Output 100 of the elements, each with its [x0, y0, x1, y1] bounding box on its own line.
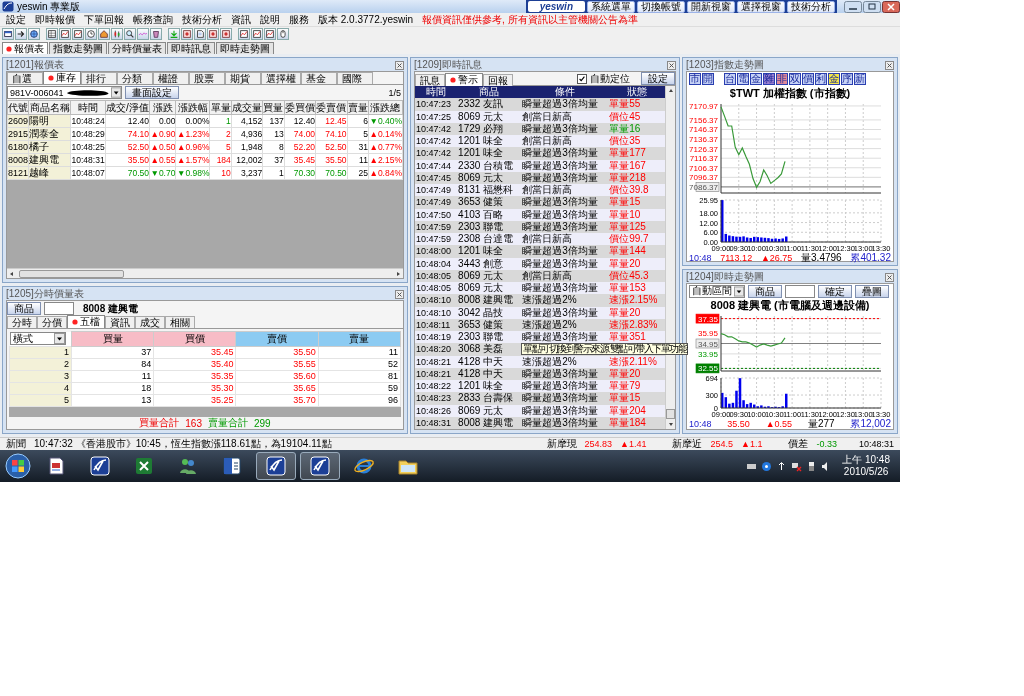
column-header: 賣量 — [318, 331, 401, 347]
y-axis-label: 33.95 — [697, 349, 718, 359]
table-cell: 8131 福懋科 — [457, 184, 522, 197]
table-cell: 價位35 — [608, 135, 665, 148]
table-cell: 創當日新高 — [521, 184, 609, 197]
price-tag: 32.55 — [695, 363, 720, 374]
column-header: 單量 — [210, 100, 232, 115]
news-ticker: 10:47:32 《香港股市》10:45，恆生指數漲118.61點，為19104.11點 — [34, 437, 332, 451]
table-cell: 2332 友訊 — [457, 98, 522, 111]
table-cell: 10:48:23 — [415, 392, 458, 405]
chart-title: $TWT 加權指數 (市指數) — [728, 86, 852, 100]
chart-title: 8008 建興電 (市電腦及週邊設備) — [709, 298, 871, 312]
table-cell: 8069 元太 — [457, 282, 522, 295]
price-text: 7113.12 — [720, 253, 753, 263]
column-header: 委買價 — [284, 100, 316, 115]
table-cell: 單量79 — [608, 380, 665, 393]
table-cell: 1201 味全 — [457, 245, 522, 258]
y-axis-label: 7126.37 — [689, 144, 718, 154]
table-cell: 價位39.8 — [608, 184, 665, 197]
change-text: ▲26.75 — [760, 253, 793, 263]
y-axis-label: 7106.37 — [689, 163, 718, 173]
table-cell: 單量177 — [608, 147, 665, 160]
time-text: 10:48 — [689, 253, 712, 263]
table-cell: 單量144 — [608, 245, 665, 258]
quote-price: -0.33 — [816, 439, 837, 449]
table-cell: 創當日新高 — [521, 135, 609, 148]
y-axis-label: 35.95 — [697, 329, 718, 339]
quote-name: 新摩現 — [546, 437, 577, 451]
table-cell: 單量15 — [608, 392, 665, 405]
total-label: 買量合計 — [139, 416, 180, 430]
status-time: 10:48:31 — [858, 439, 894, 449]
column-header: 成交量 — [231, 100, 263, 115]
panel-title: [1205]分時價量表 — [6, 287, 84, 301]
column-header: 成交/淨值 — [105, 100, 150, 115]
y-axis-label: 7116.37 — [689, 154, 718, 164]
panel-title: [1203]指數走勢圖 — [686, 58, 764, 72]
table-cell: 10:47:42 — [415, 147, 458, 160]
panel-title: [1204]即時走勢圖 — [686, 270, 764, 284]
panel-title: [1209]即時訊息 — [414, 58, 482, 72]
table-cell: 10:47:42 — [415, 135, 458, 148]
volume-text: 量3.4796 — [801, 251, 842, 265]
column-header: 漲跌 — [149, 100, 176, 115]
table-cell: 創當日新高 — [521, 233, 609, 246]
table-cell: 1201 味全 — [457, 135, 522, 148]
column-header: 漲跌幅 — [175, 100, 210, 115]
volume-text: 量277 — [807, 417, 835, 431]
table-cell: 單量55 — [608, 98, 665, 111]
total-text: 累401.32 — [850, 251, 891, 265]
column-header: 代號 — [7, 100, 29, 115]
version-text: 版本 2.0.3772.yeswin — [318, 12, 414, 27]
clock-time: 上午 10:48 — [842, 454, 890, 466]
table-cell: 10:48:10 — [415, 294, 458, 307]
total-value: 299 — [254, 417, 271, 429]
quote-change: ▲1.1 — [741, 439, 763, 449]
y-axis-label: 7146.37 — [689, 125, 718, 135]
column-header: 委賣價 — [315, 100, 348, 115]
clock-date: 2010/5/26 — [842, 466, 890, 478]
column-header: 商品 — [457, 86, 522, 99]
table-cell: 單量351 — [608, 331, 665, 344]
table-cell: 瞬量超過3倍均量 — [521, 98, 609, 111]
column-header: 時間 — [415, 86, 458, 99]
y-axis-label: 7096.37 — [689, 173, 718, 183]
quote-name: 價差 — [788, 437, 809, 451]
panel-title: [1201]報價表 — [6, 58, 64, 72]
total-label: 賣量合計 — [208, 416, 248, 430]
column-header: 賣價 — [235, 331, 319, 347]
table-cell: 單量153 — [608, 282, 665, 295]
tooltip: 單點可切換到警示來源 雙點可帶入下單功能 — [521, 343, 689, 356]
table-cell: 3653 健策 — [457, 196, 522, 209]
y-axis-label: 7136.37 — [689, 135, 718, 145]
table-cell: 10:48:22 — [415, 380, 458, 393]
column-header: 時間 — [70, 100, 106, 115]
change-text: ▲0.55 — [765, 419, 793, 429]
news-label: 新聞 — [6, 437, 26, 451]
window-title: yeswin 專業版 — [17, 0, 81, 13]
total-text: 累12,002 — [850, 417, 891, 431]
table-cell: 瞬量超過3倍均量 — [521, 196, 609, 209]
table-cell: 2833 台壽保 — [457, 392, 522, 405]
column-header: 商品名稱 — [28, 100, 71, 115]
column-header: 狀態 — [608, 86, 665, 99]
table-cell: 10:48:05 — [415, 282, 458, 295]
table-cell: 速漲超過2% — [521, 294, 609, 307]
column-header: 賣量 — [347, 100, 369, 115]
table-cell: 單量15 — [608, 196, 665, 209]
quote-change: ▲1.41 — [620, 439, 647, 449]
table-cell: 10:48:19 — [415, 331, 458, 344]
column-header: 買量 — [71, 331, 154, 347]
table-cell: 瞬量超過3倍均量 — [521, 147, 609, 160]
product-name: 8008 建興電 — [83, 301, 139, 316]
total-value: 163 — [185, 417, 202, 429]
table-cell: 2308 台達電 — [457, 233, 522, 246]
y-axis-label: 7156.37 — [689, 115, 718, 125]
page-indicator: 1/5 — [388, 87, 402, 98]
table-cell: 價位99.7 — [608, 233, 665, 246]
table-cell: 1201 味全 — [457, 380, 522, 393]
table-cell: 2303 聯電 — [457, 331, 522, 344]
table-cell: 10:47:23 — [415, 98, 458, 111]
column-header: 買價 — [153, 331, 236, 347]
table-cell: 10:47:49 — [415, 184, 458, 197]
table-cell: 10:47:49 — [415, 196, 458, 209]
